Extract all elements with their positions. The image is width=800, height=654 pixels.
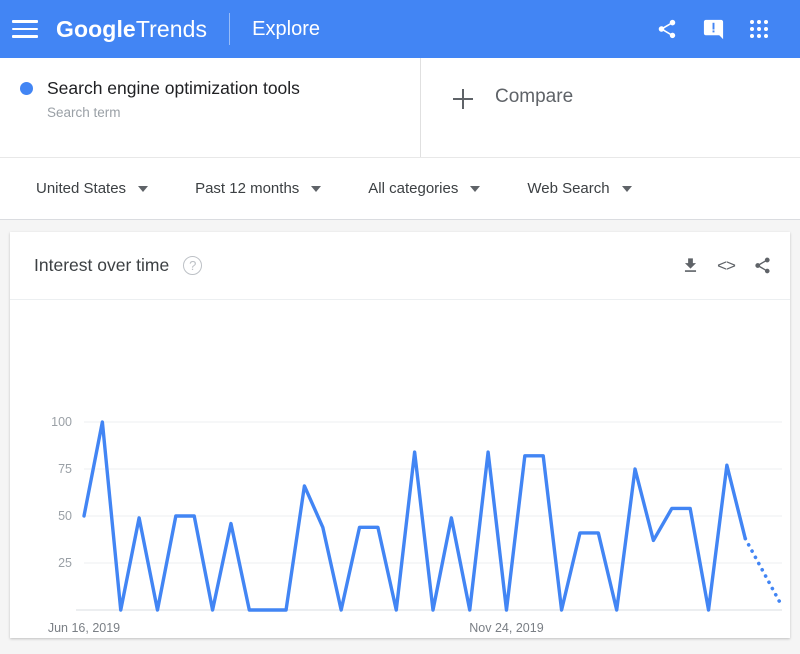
search-term-bar: Search engine optimization tools Search …: [0, 58, 800, 158]
apps-dot: [750, 34, 754, 38]
apps-dot: [764, 20, 768, 24]
filter-category-label: All categories: [368, 180, 458, 197]
compare-button[interactable]: Compare: [421, 58, 800, 157]
apps-dot: [757, 20, 761, 24]
filter-time-range[interactable]: Past 12 months: [195, 180, 321, 197]
interest-over-time-card: Interest over time ? <> 25 50 75 100 Jun 16,…: [10, 232, 790, 638]
y-axis-tick-label: 50: [58, 509, 72, 523]
card-header: Interest over time ? <>: [10, 232, 790, 300]
hamburger-menu-icon[interactable]: [12, 18, 42, 40]
embed-code-icon[interactable]: <>: [708, 248, 744, 284]
share-icon[interactable]: [644, 6, 690, 52]
chevron-down-icon: [311, 186, 321, 192]
apps-dot: [764, 34, 768, 38]
feedback-icon[interactable]: [690, 6, 736, 52]
search-term-title: Search engine optimization tools: [47, 76, 300, 100]
filter-category[interactable]: All categories: [368, 180, 480, 197]
hamburger-line: [12, 20, 38, 23]
chevron-down-icon: [470, 186, 480, 192]
card-title: Interest over time: [34, 255, 169, 276]
chart-share-icon[interactable]: [744, 248, 780, 284]
chevron-down-icon: [138, 186, 148, 192]
apps-dot: [757, 34, 761, 38]
apps-grid-icon[interactable]: [736, 6, 782, 52]
chevron-down-icon: [622, 186, 632, 192]
page-body: Interest over time ? <> 25 50 75 100 Jun 16,…: [0, 220, 800, 638]
hamburger-line: [12, 35, 38, 38]
embed-code-label: <>: [717, 256, 735, 276]
brand-trends: Trends: [136, 16, 207, 42]
chart-line-partial-data: [745, 539, 782, 607]
brand-logo[interactable]: GoogleTrends: [56, 16, 207, 43]
y-axis-tick-label: 25: [58, 556, 72, 570]
interest-over-time-chart[interactable]: 255075100Jun 16, 2019Nov 24, 2019May 3, …: [10, 300, 790, 637]
search-term-text: Search engine optimization tools Search …: [47, 76, 300, 157]
y-axis-tick-label: 75: [58, 462, 72, 476]
apps-dot: [750, 27, 754, 31]
search-term-subtitle: Search term: [47, 105, 300, 120]
plus-icon: [453, 89, 473, 109]
apps-dot: [757, 27, 761, 31]
filter-location[interactable]: United States: [36, 180, 148, 197]
apps-dot: [750, 20, 754, 24]
series-color-dot: [20, 82, 33, 95]
filter-search-type-label: Web Search: [527, 180, 609, 197]
filter-search-type[interactable]: Web Search: [527, 180, 631, 197]
nav-explore[interactable]: Explore: [252, 18, 320, 41]
x-axis-tick-label: Nov 24, 2019: [469, 621, 543, 635]
filter-time-range-label: Past 12 months: [195, 180, 299, 197]
help-circle-icon[interactable]: ?: [183, 256, 202, 275]
download-icon[interactable]: [672, 248, 708, 284]
y-axis-tick-label: 100: [51, 415, 72, 429]
filter-bar: United States Past 12 months All categor…: [0, 158, 800, 220]
compare-label: Compare: [495, 86, 573, 108]
brand-google: Google: [56, 16, 136, 42]
x-axis-tick-label: Jun 16, 2019: [48, 621, 120, 635]
app-header: GoogleTrends Explore: [0, 0, 800, 58]
chart-plot-area: 255075100Jun 16, 2019Nov 24, 2019May 3, …: [10, 300, 790, 637]
apps-dot: [764, 27, 768, 31]
search-term-card[interactable]: Search engine optimization tools Search …: [0, 58, 421, 157]
header-divider: [229, 13, 230, 45]
filter-location-label: United States: [36, 180, 126, 197]
hamburger-line: [12, 28, 38, 31]
